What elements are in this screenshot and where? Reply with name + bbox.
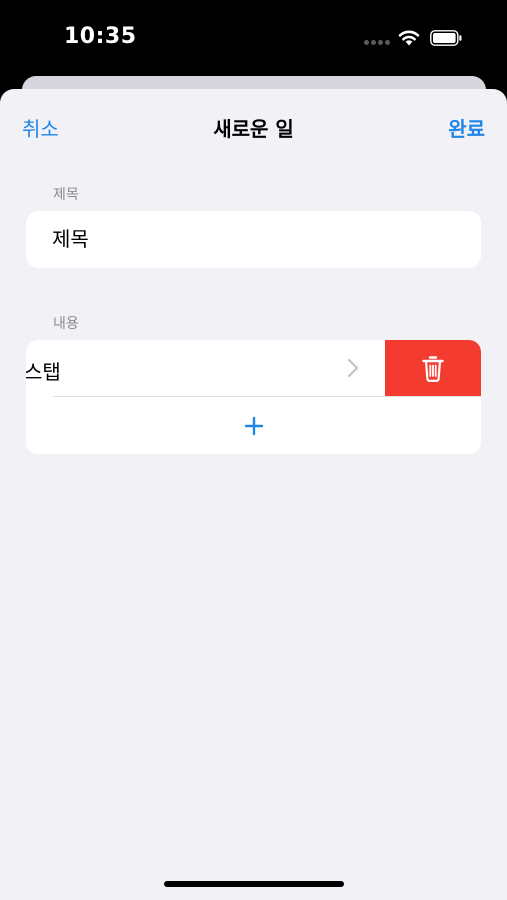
status-time: 10:35: [64, 24, 137, 49]
chevron-right-icon: [347, 358, 359, 378]
plus-icon: [244, 416, 263, 435]
done-button[interactable]: 완료: [448, 113, 485, 142]
new-task-sheet: 취소 새로운 일 완료 제목 내용 스탭: [0, 89, 507, 900]
title-section-header: 제목: [53, 187, 79, 203]
sheet-title: 새로운 일: [213, 117, 294, 141]
battery-icon: [430, 30, 462, 46]
cellular-signal-icon: [364, 40, 392, 46]
content-section-header: 내용: [53, 316, 79, 332]
delete-button[interactable]: [385, 340, 481, 397]
home-indicator[interactable]: [164, 881, 344, 887]
step-label: 스탭: [26, 360, 61, 384]
wifi-icon: [398, 30, 420, 46]
status-bar: 10:35: [0, 0, 507, 78]
add-step-button[interactable]: [26, 397, 481, 454]
trash-icon: [422, 355, 444, 382]
title-input[interactable]: [52, 211, 472, 268]
step-row[interactable]: 스탭: [26, 340, 481, 397]
title-card: [26, 211, 481, 268]
content-card: 스탭: [26, 340, 481, 454]
